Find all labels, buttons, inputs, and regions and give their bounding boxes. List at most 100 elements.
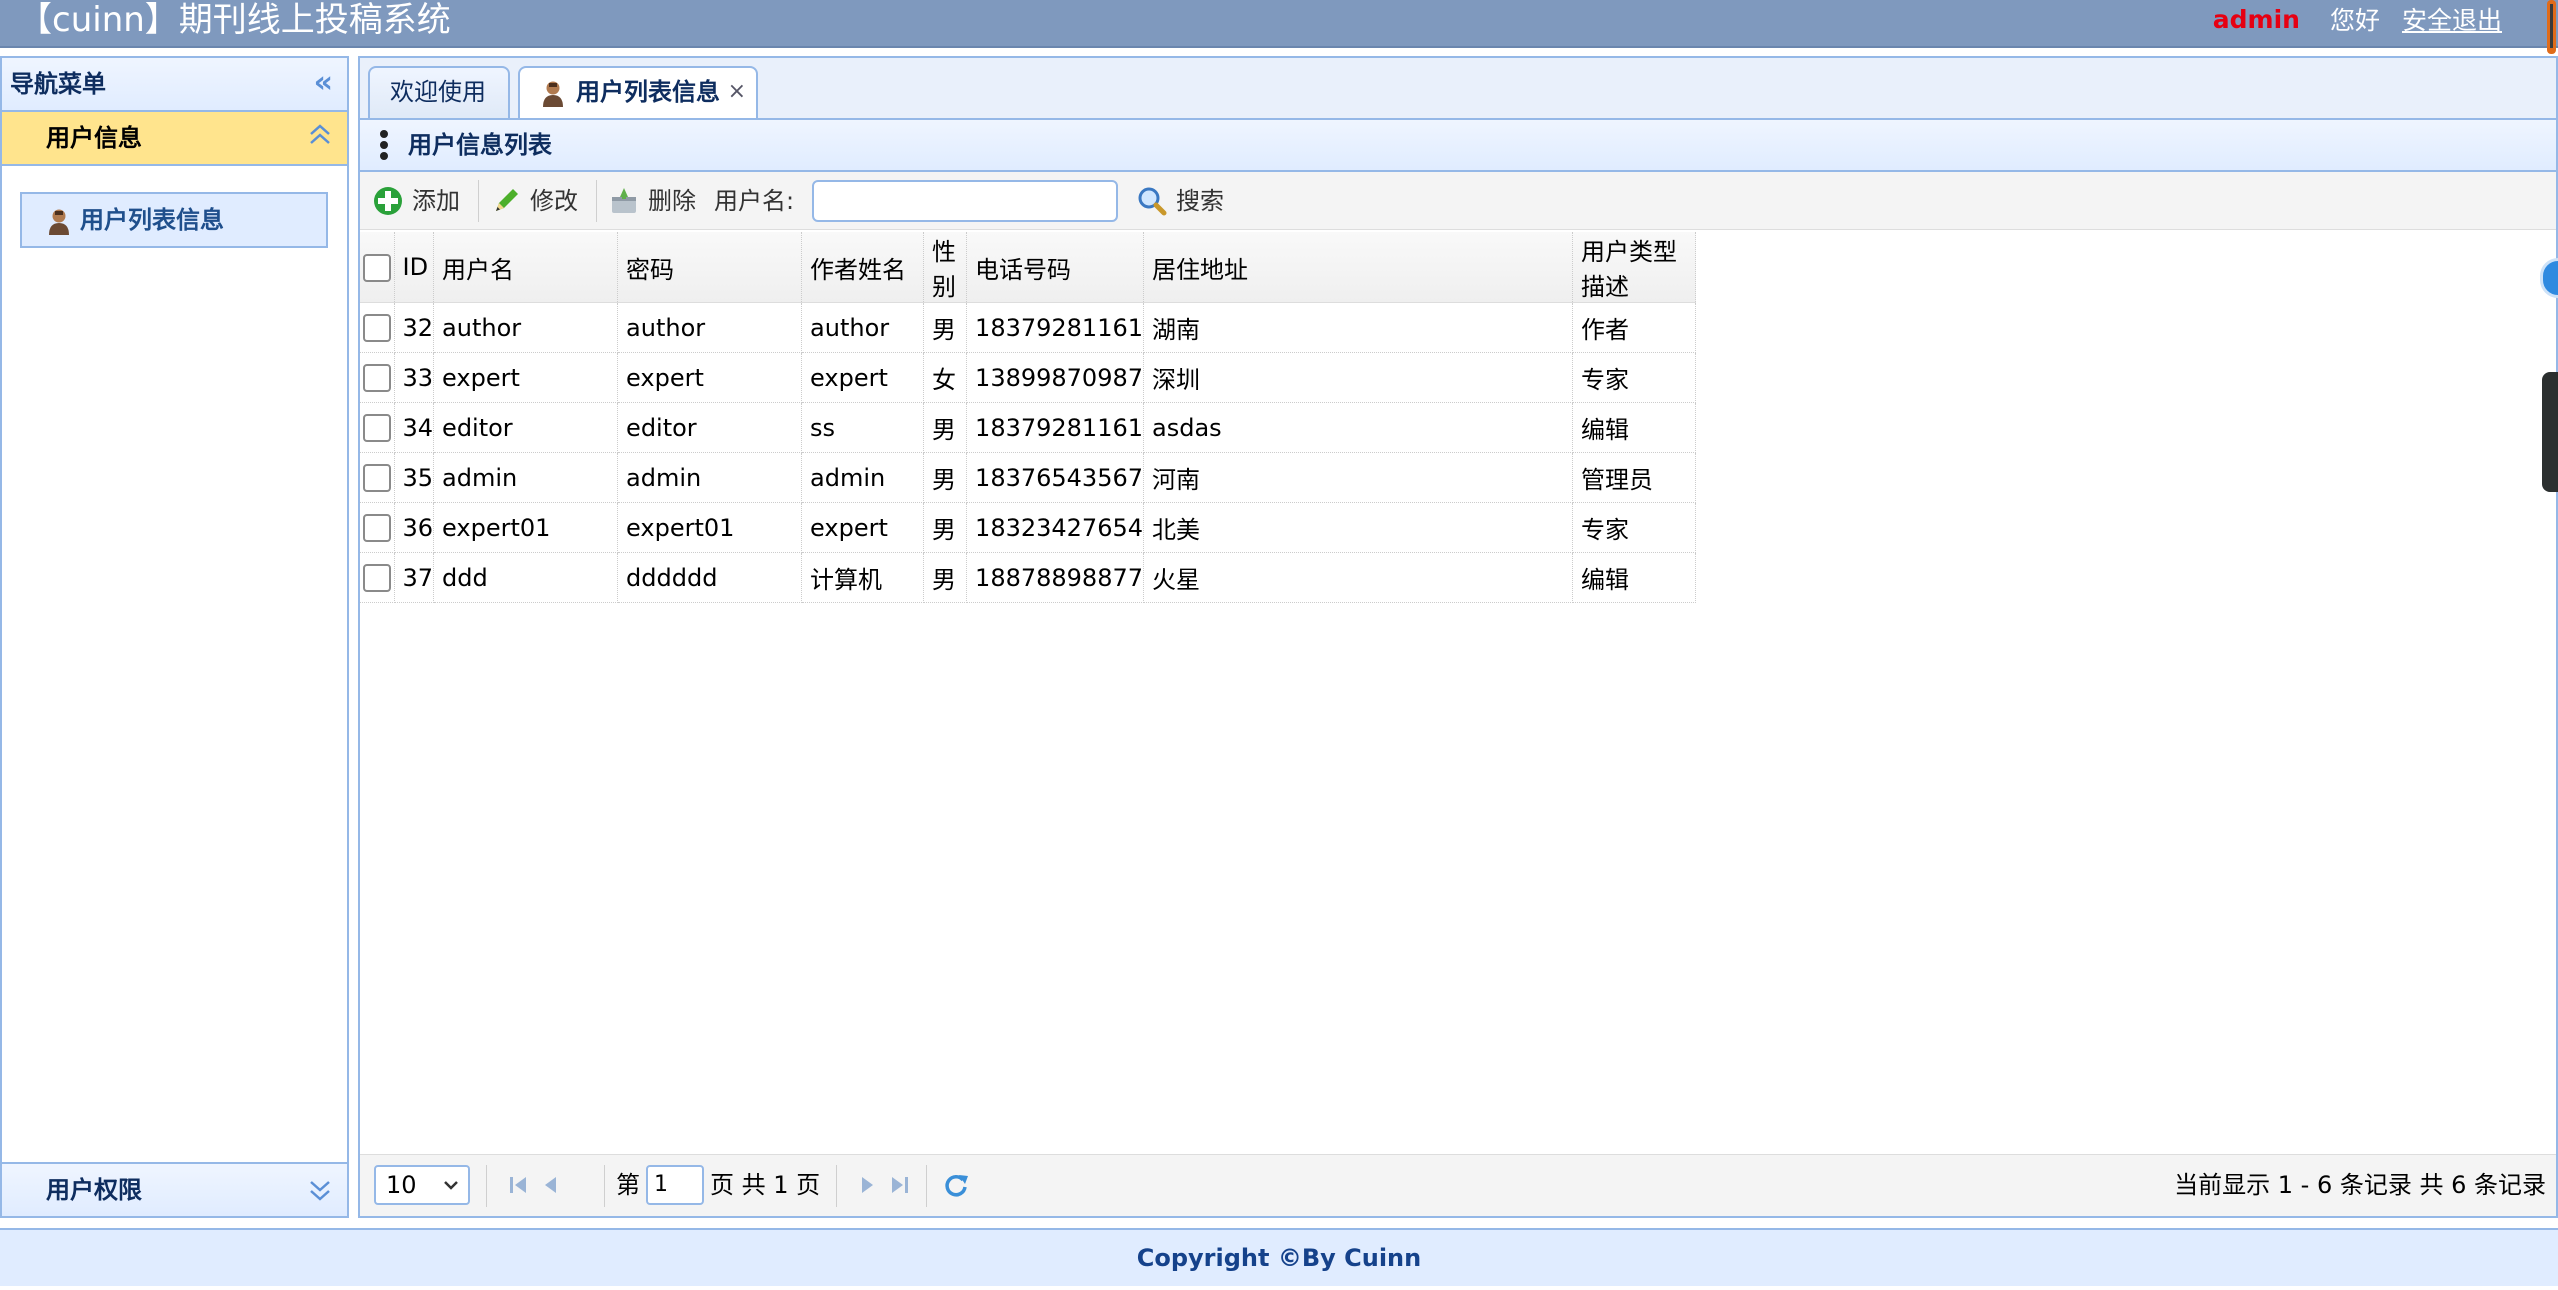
table-cell: 33 <box>394 352 435 403</box>
row-checkbox[interactable] <box>362 314 391 342</box>
table-cell: 18379281161 <box>966 302 1145 353</box>
user-icon <box>49 209 69 235</box>
nav-title: 导航菜单 <box>10 70 106 98</box>
table-row[interactable]: 37 ddd dddddd 计算机男 18878898877 火星 编辑 <box>360 552 1697 603</box>
pager-divider <box>604 1165 605 1207</box>
table-cell: 作者 <box>1572 302 1697 353</box>
add-button[interactable]: 添加 <box>372 182 460 220</box>
pagination-bar: 10 第 1 页 共 1 页 当前显示 1 - 6 条记录 共 6 条记录 <box>360 1154 2556 1216</box>
table-cell: 男 <box>923 552 968 603</box>
nav-item-label: 用户列表信息 <box>80 206 224 234</box>
last-page-icon[interactable] <box>884 1167 916 1203</box>
row-checkbox[interactable] <box>362 464 391 492</box>
column-header[interactable]: 密码 <box>617 232 803 303</box>
column-header[interactable]: 性别 <box>923 232 968 303</box>
row-select-cell <box>360 402 395 453</box>
tab-user-list[interactable]: 用户列表信息 × <box>518 66 758 122</box>
table-cell: 女 <box>923 352 968 403</box>
collapse-left-icon[interactable]: « <box>314 58 333 108</box>
accordion-user-info[interactable]: 用户信息 <box>2 112 347 166</box>
delete-button[interactable]: 删除 <box>608 182 696 220</box>
first-page-icon[interactable] <box>502 1167 534 1203</box>
refresh-icon[interactable] <box>940 1167 972 1203</box>
table-cell: 管理员 <box>1572 452 1697 503</box>
row-checkbox[interactable] <box>362 414 391 442</box>
row-checkbox[interactable] <box>362 364 391 392</box>
edit-button[interactable]: 修改 <box>490 182 578 220</box>
toolbar-divider <box>478 180 479 222</box>
accordion-user-permission[interactable]: 用户权限 <box>2 1162 347 1216</box>
username-search-input[interactable] <box>812 180 1118 222</box>
app-header: 【cuinn】期刊线上投稿系统 admin 您好 安全退出 <box>0 0 2558 54</box>
table-cell: ss <box>801 402 925 453</box>
pager-divider <box>836 1165 837 1207</box>
edit-button-label: 修改 <box>530 187 578 215</box>
table-cell: author <box>617 302 803 353</box>
search-button[interactable]: 搜索 <box>1136 182 1224 220</box>
search-button-label: 搜索 <box>1176 187 1224 215</box>
tab-welcome[interactable]: 欢迎使用 <box>368 66 510 120</box>
table-row[interactable]: 35 admin admin admin 男 18376543567 河南 管理员 <box>360 452 1697 503</box>
row-select-cell <box>360 552 395 603</box>
pencil-icon <box>496 189 518 211</box>
table-cell: expert <box>801 502 925 553</box>
table-cell: expert01 <box>617 502 803 553</box>
pager-divider <box>486 1165 487 1207</box>
chevron-double-down-icon[interactable] <box>307 1164 333 1214</box>
table-cell: 深圳 <box>1143 352 1574 403</box>
table-cell: 36 <box>394 502 435 553</box>
prev-page-icon[interactable] <box>534 1167 566 1203</box>
toolbar-divider <box>596 180 597 222</box>
column-header[interactable]: 作者姓名 <box>801 232 925 303</box>
table-cell: admin <box>801 452 925 503</box>
menu-dots-icon[interactable] <box>380 130 388 160</box>
page-number-input[interactable]: 1 <box>646 1165 704 1205</box>
table-body: 32 author author author 男 18379281161 湖南 作者 33 ex… <box>360 302 1697 603</box>
table-cell: expert <box>617 352 803 403</box>
table-row[interactable]: 32 author author author 男 18379281161 湖南 作者 <box>360 302 1697 353</box>
row-checkbox[interactable] <box>362 564 391 592</box>
column-header[interactable]: 居住地址 <box>1143 232 1574 303</box>
header-resize-handle[interactable] <box>2544 0 2558 56</box>
side-widget-bar[interactable] <box>2542 372 2558 492</box>
table-cell: author <box>801 302 925 353</box>
table-cell: dddddd <box>617 552 803 603</box>
page-total-text: 页 共 1 页 <box>710 1171 821 1199</box>
table-cell: 男 <box>923 402 968 453</box>
column-header[interactable]: 用户名 <box>433 232 619 303</box>
table-cell: expert <box>433 352 619 403</box>
row-select-cell <box>360 302 395 353</box>
next-page-icon[interactable] <box>852 1167 884 1203</box>
table-cell: 火星 <box>1143 552 1574 603</box>
close-icon[interactable]: × <box>728 68 746 116</box>
table-cell: 13899870987 <box>966 352 1145 403</box>
page-prefix: 第 <box>616 1171 640 1199</box>
table-row[interactable]: 34 editor editor ss 男 18379281161 asdas 编辑 <box>360 402 1697 453</box>
page-size-select[interactable]: 10 <box>374 1165 470 1205</box>
table-cell: 18379281161 <box>966 402 1145 453</box>
current-user-name: admin <box>2212 4 2300 34</box>
logout-link[interactable]: 安全退出 <box>2402 1 2502 37</box>
table-row[interactable]: 36 expert01 expert01 expert 男 18323427654 北美 专家 <box>360 502 1697 553</box>
tab-welcome-label: 欢迎使用 <box>390 78 486 106</box>
row-select-cell <box>360 352 395 403</box>
table-cell: 专家 <box>1572 502 1697 553</box>
page-size-value: 10 <box>386 1171 417 1199</box>
select-all-checkbox[interactable] <box>362 253 391 282</box>
table-cell: 32 <box>394 302 435 353</box>
table-row[interactable]: 33 expert expert expert 女 13899870987 深圳 专家 <box>360 352 1697 403</box>
table-cell: 编辑 <box>1572 552 1697 603</box>
table-cell: 男 <box>923 302 968 353</box>
row-select-cell <box>360 452 395 503</box>
toolbar: 添加 修改 删除 用户名: 搜索 <box>360 172 2556 230</box>
column-header[interactable]: ID <box>394 232 435 303</box>
column-header[interactable]: 电话号码 <box>966 232 1145 303</box>
plus-icon <box>374 187 402 215</box>
chevron-double-up-icon[interactable] <box>307 112 333 162</box>
row-checkbox[interactable] <box>362 514 391 542</box>
table-cell: 河南 <box>1143 452 1574 503</box>
nav-item-user-list[interactable]: 用户列表信息 <box>20 192 328 248</box>
table-cell: 编辑 <box>1572 402 1697 453</box>
column-header[interactable]: 用户类型描述 <box>1572 232 1697 303</box>
pager-info: 当前显示 1 - 6 条记录 共 6 条记录 <box>2174 1171 2546 1199</box>
